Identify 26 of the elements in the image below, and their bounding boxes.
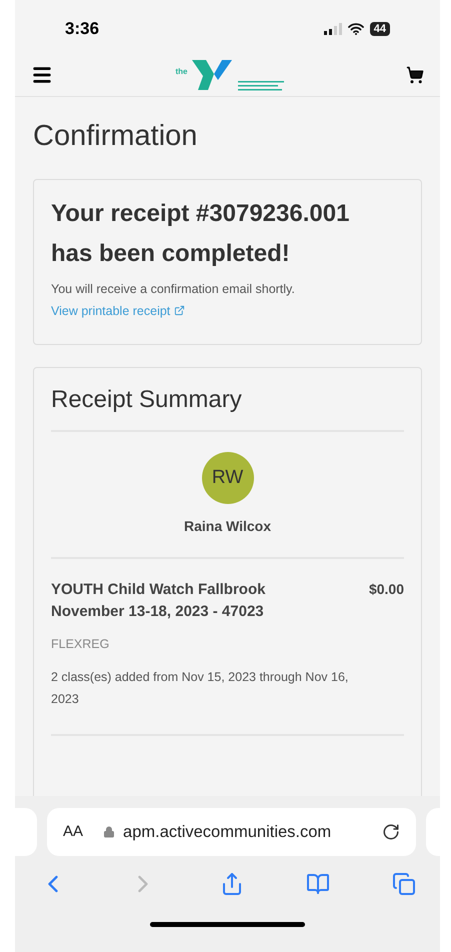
item-price: $0.00 (368, 580, 404, 599)
y-logo-icon (192, 58, 234, 92)
url-text: apm.activecommunities.com (123, 822, 332, 843)
confirmation-message: You will receive a confirmation email shortly. View printable receipt (51, 278, 404, 322)
participant-name: Raina Wilcox (184, 516, 271, 536)
logo: the (176, 58, 284, 92)
tagline-lines-icon (238, 80, 284, 92)
lock-icon (103, 826, 116, 838)
text-size-button[interactable]: AA (63, 820, 84, 844)
wifi-icon (348, 22, 364, 35)
summary-title: Receipt Summary (51, 382, 404, 432)
signal-icon (324, 22, 342, 35)
item-code: FLEXREG (51, 636, 110, 653)
cart-button[interactable] (406, 66, 424, 84)
confirmation-heading: Your receipt #3079236.001 has been completed! (51, 198, 350, 269)
item-name: YOUTH Child Watch Fallbrook November 13-18, 2023 - 47023 (51, 580, 266, 622)
reload-icon[interactable] (382, 823, 400, 841)
address-bar[interactable]: AA apm.activecommunities.com (47, 808, 416, 856)
external-link-icon (174, 305, 186, 316)
status-time: 3:36 (65, 18, 100, 40)
item-note: 2 class(es) added from Nov 15, 2023 through Nov 16, 2023 (51, 668, 350, 708)
avatar: RW (202, 452, 254, 504)
battery-indicator: 44 (370, 22, 390, 36)
bookmarks-button[interactable] (306, 872, 330, 896)
tabs-button[interactable] (392, 872, 416, 896)
page-title: Confirmation (32, 119, 198, 154)
